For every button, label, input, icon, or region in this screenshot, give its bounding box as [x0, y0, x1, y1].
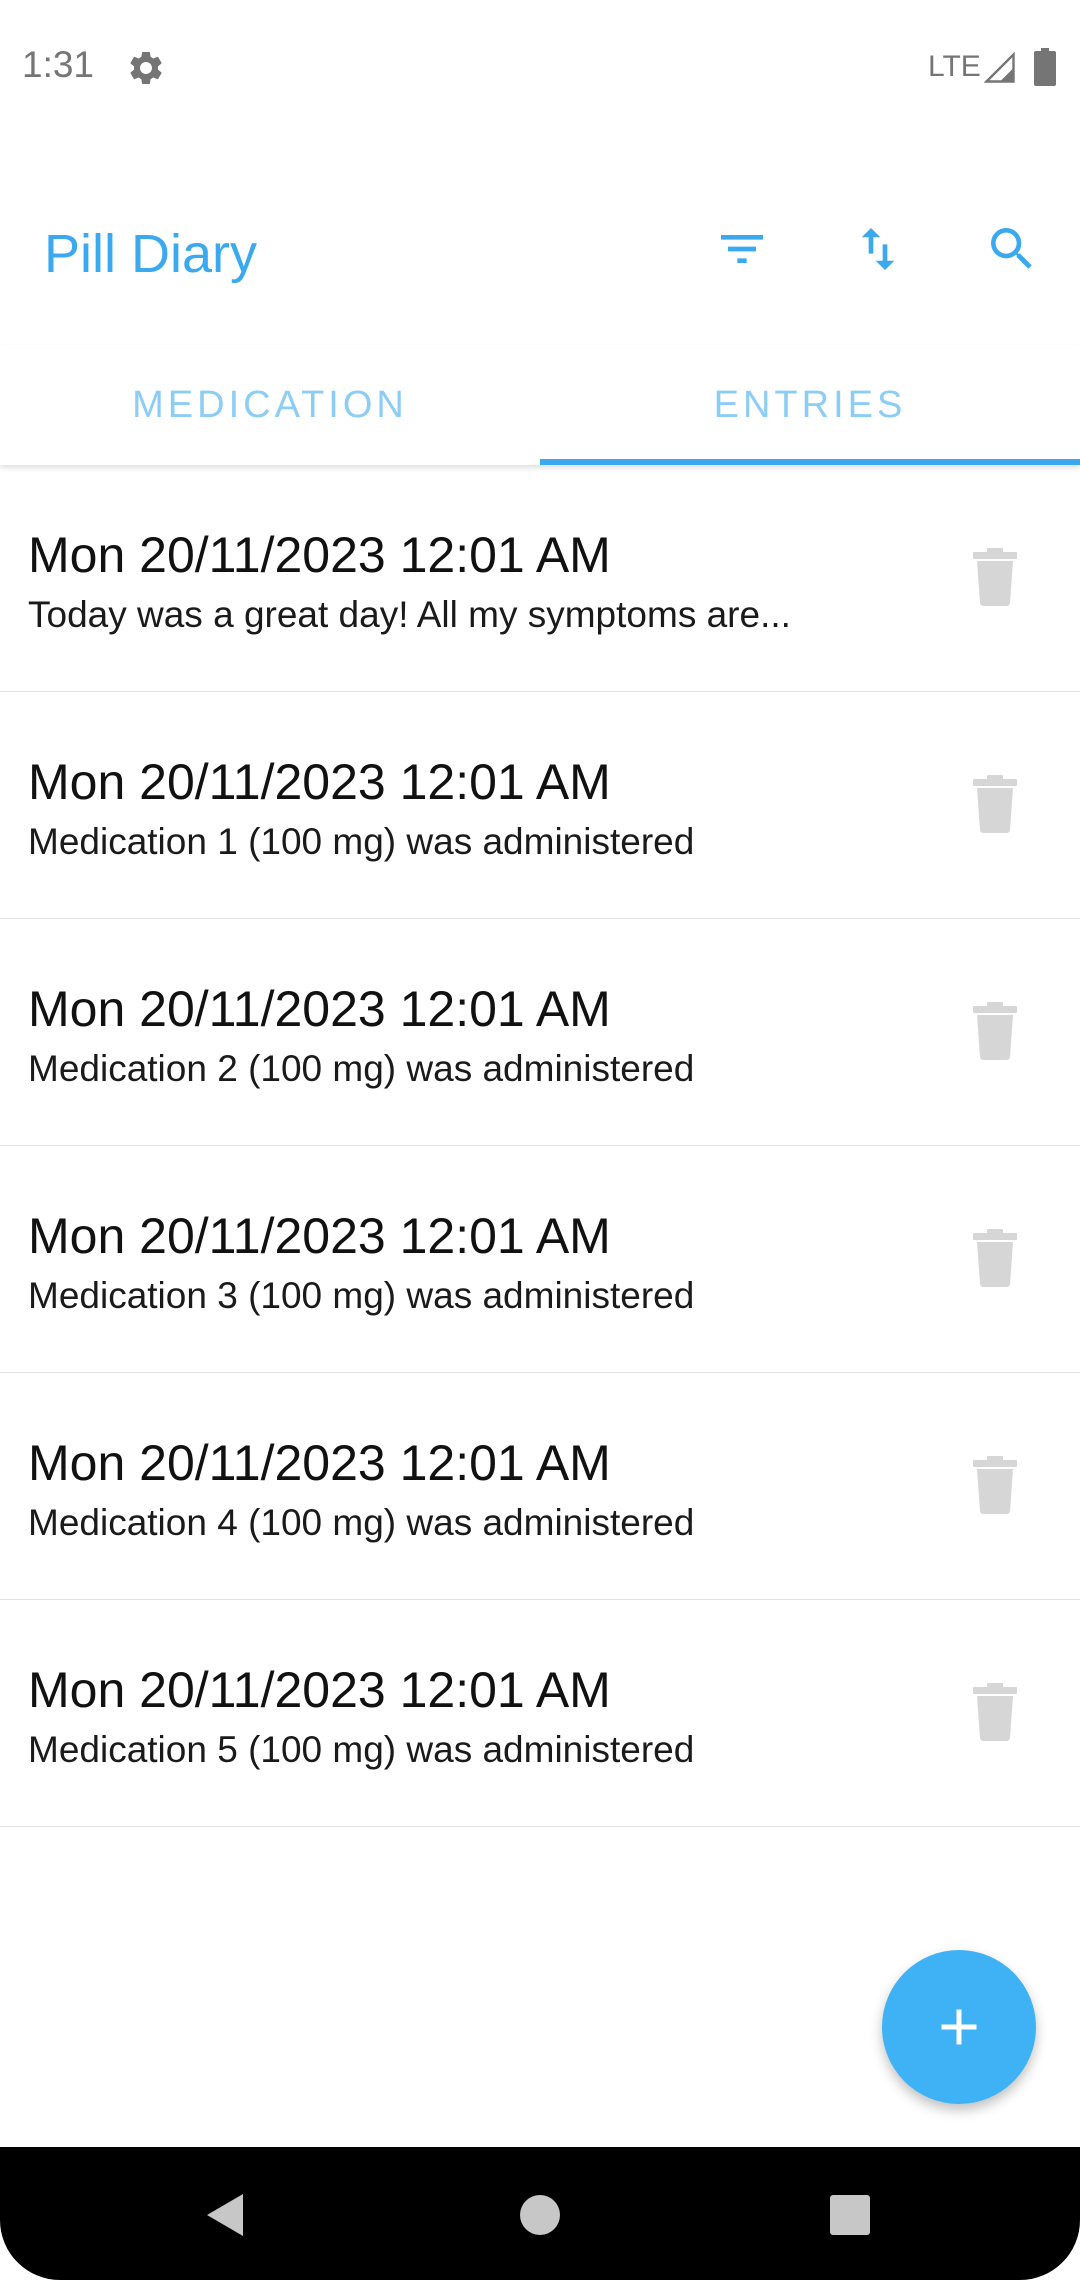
- add-entry-button[interactable]: [882, 1950, 1036, 2104]
- trash-icon: [973, 1002, 1017, 1060]
- entry-date: Mon 20/11/2023 12:01 AM: [28, 1208, 611, 1264]
- filter-icon: [721, 235, 763, 263]
- recents-button[interactable]: [820, 2185, 880, 2245]
- recents-icon: [830, 2195, 870, 2235]
- trash-icon: [973, 1229, 1017, 1287]
- system-nav-bar: [0, 2147, 1080, 2280]
- entry-description: Today was a great day! All my symptoms a…: [28, 594, 791, 635]
- trash-icon: [973, 1456, 1017, 1514]
- delete-button[interactable]: [970, 1001, 1020, 1061]
- home-button[interactable]: [510, 2185, 570, 2245]
- delete-button[interactable]: [970, 547, 1020, 607]
- sort-button[interactable]: [846, 217, 910, 281]
- tab-entries[interactable]: ENTRIES: [540, 345, 1080, 465]
- app-bar: Pill Diary: [0, 135, 1080, 375]
- back-button[interactable]: [196, 2185, 256, 2245]
- entry-description: Medication 3 (100 mg) was administered: [28, 1275, 695, 1316]
- entry-description: Medication 5 (100 mg) was administered: [28, 1729, 695, 1770]
- delete-button[interactable]: [970, 1228, 1020, 1288]
- delete-button[interactable]: [970, 1455, 1020, 1515]
- status-time: 1:31: [22, 44, 95, 85]
- list-item[interactable]: Mon 20/11/2023 12:01 AM Medication 5 (10…: [0, 1600, 1080, 1827]
- screen: 1:31 LTE Pill Diary MEDICATION ENTRIES M…: [0, 0, 1080, 2280]
- list-item[interactable]: Mon 20/11/2023 12:01 AM Medication 3 (10…: [0, 1146, 1080, 1373]
- back-icon: [207, 2194, 243, 2236]
- entry-date: Mon 20/11/2023 12:01 AM: [28, 1435, 611, 1491]
- trash-icon: [973, 1683, 1017, 1741]
- filter-button[interactable]: [710, 217, 774, 281]
- entry-date: Mon 20/11/2023 12:01 AM: [28, 981, 611, 1037]
- entry-description: Medication 2 (100 mg) was administered: [28, 1048, 695, 1089]
- add-icon: [941, 2009, 977, 2045]
- entry-description: Medication 1 (100 mg) was administered: [28, 821, 695, 862]
- home-icon: [520, 2195, 560, 2235]
- search-button[interactable]: [980, 217, 1044, 281]
- sort-icon: [861, 228, 895, 270]
- battery-icon: [1034, 48, 1056, 86]
- search-icon: [991, 228, 1032, 269]
- settings-icon: [126, 48, 166, 88]
- entry-date: Mon 20/11/2023 12:01 AM: [28, 527, 611, 583]
- list-item[interactable]: Mon 20/11/2023 12:01 AM Medication 4 (10…: [0, 1373, 1080, 1600]
- page-title: Pill Diary: [44, 224, 258, 284]
- list-item[interactable]: Mon 20/11/2023 12:01 AM Medication 1 (10…: [0, 692, 1080, 919]
- tab-bar: MEDICATION ENTRIES: [0, 345, 1080, 465]
- entry-date: Mon 20/11/2023 12:01 AM: [28, 754, 611, 810]
- status-bar: 1:31 LTE: [0, 0, 1080, 135]
- entry-description: Medication 4 (100 mg) was administered: [28, 1502, 695, 1543]
- delete-button[interactable]: [970, 1682, 1020, 1742]
- tab-medication[interactable]: MEDICATION: [0, 345, 540, 465]
- list-item[interactable]: Mon 20/11/2023 12:01 AM Today was a grea…: [0, 465, 1080, 692]
- list-item[interactable]: Mon 20/11/2023 12:01 AM Medication 2 (10…: [0, 919, 1080, 1146]
- delete-button[interactable]: [970, 774, 1020, 834]
- network-type: LTE: [928, 50, 981, 83]
- trash-icon: [973, 548, 1017, 606]
- entry-date: Mon 20/11/2023 12:01 AM: [28, 1662, 611, 1718]
- entry-list: Mon 20/11/2023 12:01 AM Today was a grea…: [0, 465, 1080, 1827]
- trash-icon: [973, 775, 1017, 833]
- signal-icon: [982, 50, 1018, 86]
